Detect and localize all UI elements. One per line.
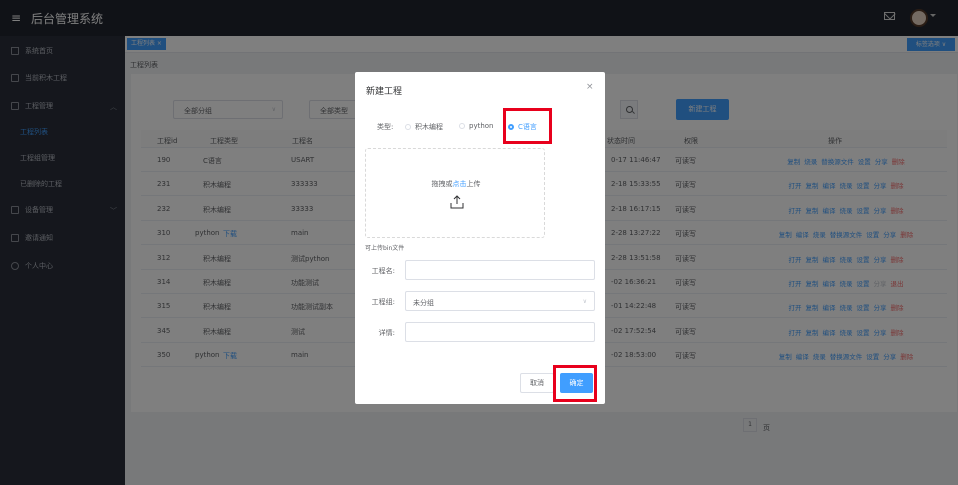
close-icon[interactable]: × [586, 82, 594, 92]
radio-label: 积木编程 [415, 123, 443, 131]
new-project-dialog: 新建工程 × 类型: 积木编程 python C语言 拖拽或点击上传 可上传bi… [355, 72, 605, 404]
radio-circle-icon [459, 123, 465, 129]
upload-dropzone[interactable]: 拖拽或点击上传 [365, 148, 545, 238]
detail-input[interactable] [405, 322, 595, 342]
upload-click-link[interactable]: 点击 [453, 180, 467, 188]
radio-python[interactable]: python [459, 122, 494, 130]
cancel-button[interactable]: 取消 [520, 373, 554, 393]
name-input[interactable] [405, 260, 595, 280]
chevron-down-icon: ∨ [582, 298, 587, 305]
dialog-title: 新建工程 [366, 87, 403, 97]
radio-block-programming[interactable]: 积木编程 [405, 122, 443, 132]
radio-circle-icon [405, 124, 411, 130]
name-label: 工程名: [371, 267, 395, 275]
group-select-value: 未分组 [413, 299, 434, 307]
upload-text: 拖拽或点击上传 [366, 179, 546, 189]
detail-label: 详情: [378, 329, 395, 337]
type-label: 类型: [377, 123, 394, 131]
upload-tip: 可上传bin文件 [365, 245, 405, 252]
highlight-box-confirm [553, 365, 597, 402]
radio-label: python [469, 122, 494, 130]
group-select-input[interactable]: 未分组 ∨ [405, 291, 595, 311]
upload-text-pre: 拖拽或 [431, 180, 453, 188]
highlight-box-c-language [503, 108, 552, 144]
upload-icon [450, 195, 464, 209]
group-label: 工程组: [371, 298, 395, 306]
upload-text-post: 上传 [466, 180, 481, 188]
